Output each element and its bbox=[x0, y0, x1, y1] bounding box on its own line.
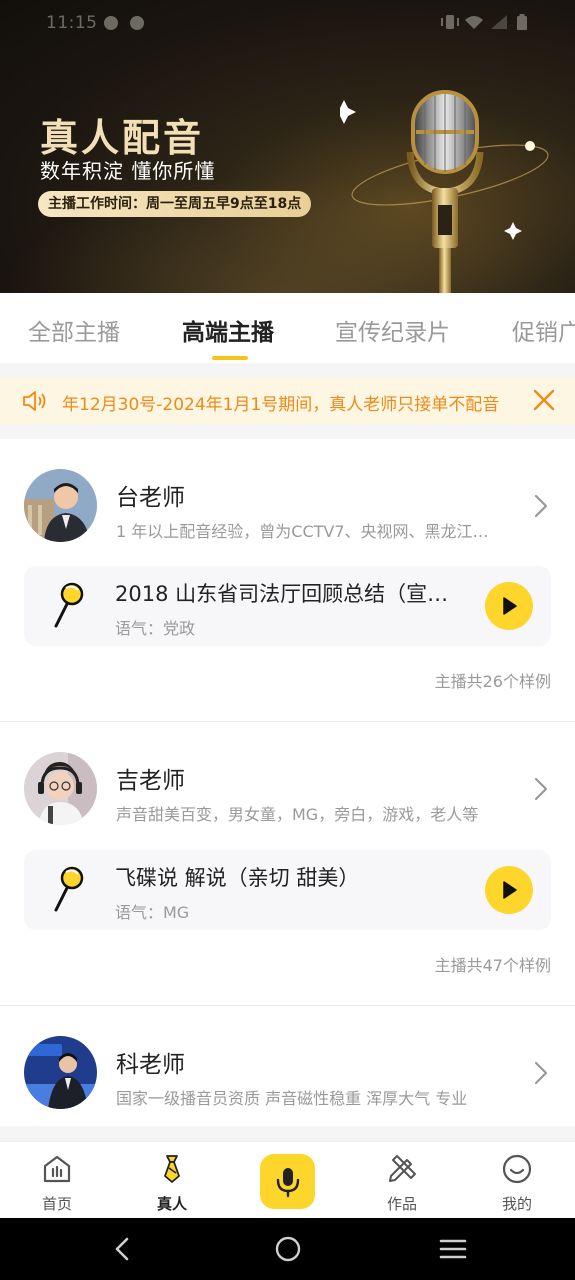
system-navigation-bar bbox=[0, 1218, 575, 1280]
speaker-icon bbox=[23, 391, 46, 411]
notification-icon bbox=[104, 16, 118, 30]
sample-title: 飞碟说 解说（亲切 甜美） bbox=[115, 866, 360, 890]
voice-sample-item[interactable]: 2018 山东省司法厅回顾总结（宣传片） 语气：党政 bbox=[24, 566, 551, 646]
tab-promotion[interactable]: 促销广 bbox=[512, 313, 575, 347]
anchor-card[interactable]: 科老师 国家一级播音员资质 声音磁性稳重 浑厚大气 专业 bbox=[0, 1006, 575, 1126]
working-hours-badge: 主播工作时间：周一至周五早9点至18点 bbox=[38, 191, 312, 217]
wifi-icon bbox=[465, 16, 483, 29]
notice-bar: 年12月30号-2024年1月1号期间，真人老师只接单不配音 bbox=[0, 378, 575, 424]
sample-count[interactable]: 主播共26个样例 bbox=[435, 668, 551, 692]
sample-tone: 语气：MG bbox=[115, 903, 190, 922]
avatar bbox=[24, 1036, 97, 1109]
smile-icon bbox=[502, 1154, 532, 1184]
hero-banner[interactable]: 11:15 真人配音 数年积淀 懂你所懂 主播工作时间：周一至周五早9点至18点 bbox=[0, 0, 575, 293]
tab-premium-anchors[interactable]: 高端主播 bbox=[182, 313, 274, 347]
status-time: 11:15 bbox=[46, 13, 98, 33]
anchor-description: 1 年以上配音经验，曾为CCTV7、央视网、黑龙江卫视等配音 bbox=[116, 522, 496, 541]
anchor-description: 声音甜美百变，男女童，MG，旁白，游戏，老人等 bbox=[116, 805, 479, 824]
nav-label: 作品 bbox=[386, 1195, 417, 1213]
anchor-card[interactable]: 台老师 1 年以上配音经验，曾为CCTV7、央视网、黑龙江卫视等配音 2018 … bbox=[0, 439, 575, 721]
play-icon bbox=[503, 881, 517, 899]
chevron-right-icon[interactable] bbox=[532, 776, 550, 802]
play-button[interactable] bbox=[485, 582, 533, 630]
nav-label: 我的 bbox=[501, 1195, 532, 1213]
notice-text: 年12月30号-2024年1月1号期间，真人老师只接单不配音 bbox=[62, 395, 500, 415]
microphone-icon bbox=[54, 582, 84, 628]
close-icon[interactable] bbox=[531, 387, 557, 413]
banner-title: 真人配音 bbox=[40, 116, 205, 160]
anchor-name: 科老师 bbox=[116, 1052, 185, 1078]
microphone-icon bbox=[54, 866, 84, 912]
home-circle-icon[interactable] bbox=[273, 1236, 303, 1262]
play-button[interactable] bbox=[485, 866, 533, 914]
avatar bbox=[24, 752, 97, 825]
voice-sample-item[interactable]: 飞碟说 解说（亲切 甜美） 语气：MG bbox=[24, 850, 551, 930]
tab-all-anchors[interactable]: 全部主播 bbox=[28, 313, 120, 347]
vibrate-icon bbox=[441, 15, 459, 29]
banner-subtitle: 数年积淀 懂你所懂 bbox=[40, 159, 216, 183]
settings-status-icon bbox=[130, 16, 144, 30]
category-tabs: 全部主播 高端主播 宣传纪录片 促销广 bbox=[0, 293, 575, 363]
back-icon[interactable] bbox=[108, 1236, 138, 1262]
play-icon bbox=[503, 597, 517, 615]
sample-tone: 语气：党政 bbox=[115, 619, 196, 638]
active-tab-indicator bbox=[212, 356, 248, 360]
signal-icon bbox=[491, 15, 507, 29]
anchor-name: 台老师 bbox=[116, 485, 185, 511]
avatar bbox=[24, 469, 97, 542]
sample-title: 2018 山东省司法厅回顾总结（宣传片） bbox=[115, 582, 455, 606]
nav-label: 真人 bbox=[156, 1195, 187, 1213]
golden-microphone-illustration bbox=[340, 90, 549, 293]
menu-icon[interactable] bbox=[438, 1236, 468, 1262]
anchor-name: 吉老师 bbox=[116, 768, 185, 794]
battery-icon bbox=[517, 14, 527, 30]
tie-icon bbox=[164, 1155, 180, 1183]
microphone-icon bbox=[276, 1168, 300, 1198]
section-gap bbox=[0, 363, 575, 378]
nav-profile[interactable]: 我的 bbox=[472, 1142, 562, 1219]
nav-real-person[interactable]: 真人 bbox=[127, 1142, 217, 1219]
pencil-ruler-icon bbox=[389, 1155, 416, 1182]
home-icon bbox=[43, 1155, 71, 1183]
nav-home[interactable]: 首页 bbox=[12, 1142, 102, 1219]
anchor-card[interactable]: 吉老师 声音甜美百变，男女童，MG，旁白，游戏，老人等 飞碟说 解说（亲切 甜美… bbox=[0, 722, 575, 1005]
anchor-description: 国家一级播音员资质 声音磁性稳重 浑厚大气 专业 bbox=[116, 1089, 468, 1108]
chevron-right-icon[interactable] bbox=[532, 1060, 550, 1086]
chevron-right-icon[interactable] bbox=[532, 493, 550, 519]
record-button[interactable] bbox=[260, 1154, 315, 1209]
section-gap bbox=[0, 424, 575, 439]
bottom-navigation: 首页 真人 作品 我的 bbox=[0, 1141, 575, 1218]
nav-label: 首页 bbox=[41, 1195, 72, 1213]
tab-documentary[interactable]: 宣传纪录片 bbox=[335, 313, 450, 347]
section-gap bbox=[0, 1126, 575, 1141]
sample-count[interactable]: 主播共47个样例 bbox=[435, 952, 551, 976]
nav-works[interactable]: 作品 bbox=[357, 1142, 447, 1219]
status-bar: 11:15 bbox=[0, 0, 575, 48]
